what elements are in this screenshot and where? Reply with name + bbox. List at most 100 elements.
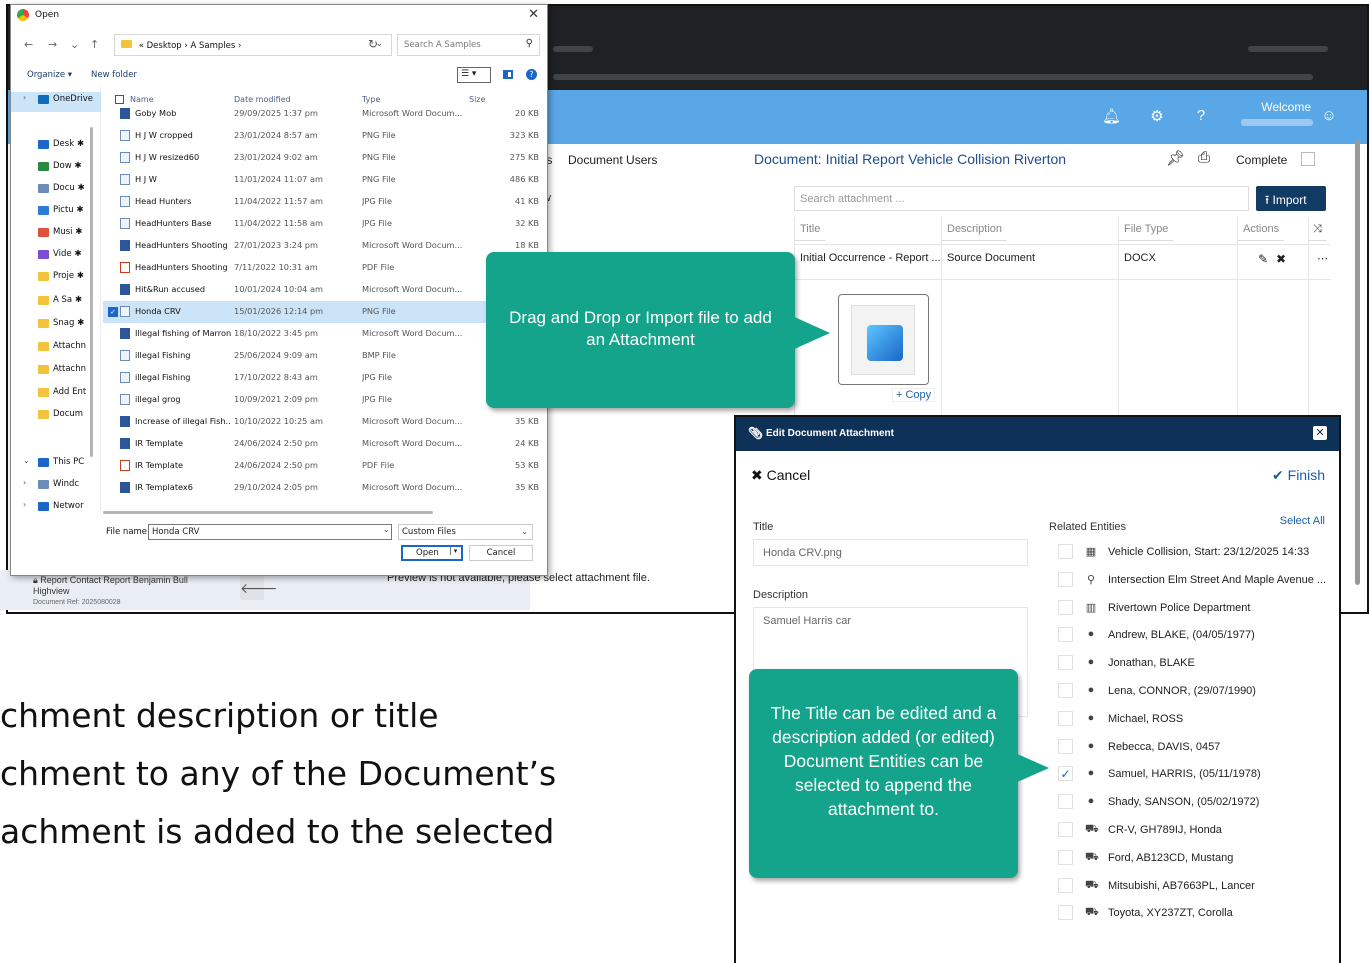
attachment-title-cell[interactable]: Initial Occurrence - Report ...	[795, 247, 941, 269]
nav-item[interactable]: Pictu ✱	[11, 203, 101, 223]
nav-item[interactable]: ⌄ This PC	[11, 455, 101, 475]
entity-item[interactable]: ● Lena, CONNOR, (29/07/1990)	[1058, 681, 1328, 703]
entity-checkbox[interactable]	[1058, 627, 1073, 643]
file-row[interactable]: H J W cropped 23/01/2024 8:57 am PNG File 3…	[103, 125, 541, 147]
file-row[interactable]: HeadHunters Shooting 7/11/2022 10:31 am PD…	[103, 257, 541, 279]
nav-item[interactable]: Docum	[11, 407, 101, 427]
copy-button[interactable]: + Copy	[892, 388, 936, 402]
forward-icon[interactable]: →	[48, 38, 57, 51]
entity-item[interactable]: ● Michael, ROSS	[1058, 709, 1328, 731]
entity-checkbox[interactable]	[1058, 571, 1073, 587]
entity-checkbox[interactable]	[1058, 544, 1073, 559]
gear-icon[interactable]: ⚙	[1148, 107, 1166, 125]
file-row[interactable]: IR Template 24/06/2024 2:50 pm PDF File 53 …	[103, 455, 541, 477]
nav-item[interactable]: Snag ✱	[11, 316, 101, 336]
file-row[interactable]: Goby Mob 29/09/2025 1:37 pm Microsoft Word…	[103, 103, 541, 125]
import-button[interactable]: ⭱ Import	[1256, 186, 1326, 211]
chevron-down-icon[interactable]: ⌄	[383, 525, 390, 534]
print-icon[interactable]: ⎙	[1198, 149, 1210, 166]
col-title[interactable]: Title	[795, 217, 826, 241]
nav-item[interactable]: › Windc	[11, 477, 101, 497]
file-row[interactable]: Head Hunters 11/04/2022 11:57 am JPG File 4…	[103, 191, 541, 213]
dialog-titlebar[interactable]: Open ✕	[11, 5, 547, 27]
col-description[interactable]: Description	[942, 217, 1008, 241]
close-icon[interactable]: ✕	[528, 7, 539, 22]
entity-checkbox[interactable]	[1058, 794, 1073, 810]
nav-item[interactable]: Proje ✱	[11, 269, 101, 289]
nav-item[interactable]: Musi ✱	[11, 225, 101, 245]
entity-checkbox[interactable]	[1058, 599, 1073, 615]
expand-chevron-icon[interactable]: ›	[23, 500, 26, 509]
entity-checkbox[interactable]	[1058, 710, 1073, 726]
search-folder-input[interactable]: Search A Samples ⚲	[397, 34, 540, 56]
nav-item[interactable]: › Networ	[11, 499, 101, 519]
file-row[interactable]: illegal grog 10/09/2021 2:09 pm JPG File	[103, 389, 541, 411]
entity-item[interactable]: ▥ Rivertown Police Department	[1058, 598, 1328, 620]
file-row[interactable]: H J W resized60 23/01/2024 9:02 am PNG Fil…	[103, 147, 541, 169]
entity-item[interactable]: ● Rebecca, DAVIS, 0457	[1058, 737, 1328, 759]
entity-checkbox[interactable]	[1058, 738, 1073, 754]
nav-item[interactable]: Attachn	[11, 339, 101, 359]
breadcrumb-desktop[interactable]: Desktop	[147, 41, 182, 51]
file-row[interactable]: IR Templatex6 29/10/2024 2:05 pm Microsoft…	[103, 477, 541, 499]
bell-icon[interactable]: 🔔︎	[1102, 107, 1121, 125]
close-icon[interactable]: ✕	[1313, 426, 1327, 440]
organize-menu[interactable]: Organize ▾	[27, 70, 72, 80]
expand-chevron-icon[interactable]: ›	[23, 93, 26, 102]
entity-item[interactable]: ● Shady, SANSON, (05/02/1972)	[1058, 792, 1328, 814]
file-name-input[interactable]: Honda CRV	[148, 524, 392, 540]
cancel-button[interactable]: Cancel	[469, 545, 533, 561]
tab-document-users[interactable]: Document Users	[568, 153, 657, 167]
file-row[interactable]: H J W 11/01/2024 11:07 am PNG File 486 KB	[103, 169, 541, 191]
file-row[interactable]: IR Template 24/06/2024 2:50 pm Microsoft W…	[103, 433, 541, 455]
open-dropdown-icon[interactable]: ▾	[450, 547, 460, 555]
file-row[interactable]: illegal Fishing 17/10/2022 8:43 am JPG Fil…	[103, 367, 541, 389]
nav-item[interactable]: A Sa ✱	[11, 293, 101, 313]
entity-checkbox[interactable]	[1058, 905, 1073, 921]
chevron-down-icon[interactable]: ⌄	[70, 38, 79, 51]
title-input[interactable]: Honda CRV.png	[753, 539, 1028, 566]
file-type-select[interactable]: Custom Files ⌄	[398, 524, 533, 540]
complete-checkbox[interactable]	[1301, 152, 1315, 166]
entity-checkbox[interactable]	[1058, 683, 1073, 698]
entity-item[interactable]: ● Andrew, BLAKE, (04/05/1977)	[1058, 625, 1328, 647]
preview-pane-icon[interactable]	[503, 70, 513, 79]
refresh-icon[interactable]: ↻	[368, 37, 378, 51]
back-arrow-icon[interactable]: 🡐	[240, 576, 278, 600]
pin-icon[interactable]: 📌︎	[1166, 149, 1185, 167]
entity-checkbox[interactable]	[1058, 655, 1073, 671]
col-file-type[interactable]: File Type	[1119, 217, 1174, 241]
back-icon[interactable]: ←	[24, 38, 33, 51]
open-button[interactable]: Open ▾	[401, 545, 463, 561]
entity-checkbox[interactable]: ✓	[1058, 766, 1073, 782]
finish-button[interactable]: ✔ Finish	[1272, 467, 1325, 484]
search-attachment-input[interactable]: Search attachment ...	[794, 186, 1249, 211]
user-avatar-icon[interactable]: ☺	[1320, 107, 1338, 124]
nav-item[interactable]: Add Ent	[11, 385, 101, 405]
entity-item[interactable]: ⚲ Intersection Elm Street And Maple Avenu…	[1058, 570, 1328, 592]
nav-item[interactable]: Docu ✱	[11, 181, 101, 201]
entity-item[interactable]: ✓ ● Samuel, HARRIS, (05/11/1978)	[1058, 764, 1328, 786]
shuffle-icon[interactable]: ⤨	[1308, 217, 1327, 241]
select-all-link[interactable]: Select All	[1280, 515, 1325, 527]
entity-checkbox[interactable]	[1058, 822, 1073, 837]
help-icon[interactable]: ?	[1192, 107, 1210, 124]
breadcrumb-a-samples[interactable]: A Samples	[190, 41, 235, 51]
file-row[interactable]: Illegal fishing of Marron 18/10/2022 3:45…	[103, 323, 541, 345]
entity-item[interactable]: ⛟ Toyota, XY237ZT, Corolla	[1058, 903, 1328, 925]
more-icon[interactable]: ⋯	[1312, 247, 1333, 270]
entity-item[interactable]: ▦ Vehicle Collision, Start: 23/12/2025 14…	[1058, 542, 1328, 564]
row-checkbox[interactable]: ✓	[108, 307, 118, 317]
file-row[interactable]: HeadHunters Base 11/04/2022 11:58 am JPG F…	[103, 213, 541, 235]
file-row[interactable]: HeadHunters Shooting 27/01/2023 3:24 pm Mi…	[103, 235, 541, 257]
help-icon[interactable]: ?	[526, 69, 537, 80]
nav-item[interactable]: Dow ✱	[11, 159, 101, 179]
file-row[interactable]: ✓ Honda CRV 15/01/2026 12:14 pm PNG File	[103, 301, 541, 323]
expand-chevron-icon[interactable]: ›	[23, 478, 26, 487]
view-options-icon[interactable]: ☰ ▾	[457, 67, 491, 83]
entity-item[interactable]: ⛟ Mitsubishi, AB7663PL, Lancer	[1058, 876, 1328, 898]
expand-chevron-icon[interactable]: ⌄	[23, 456, 30, 465]
address-bar[interactable]: « Desktop › A Samples › ⌄	[114, 34, 392, 56]
cancel-edit-button[interactable]: ✖ Cancel	[751, 467, 810, 484]
file-row[interactable]: Hit&Run accused 10/01/2024 10:04 am Micros…	[103, 279, 541, 301]
